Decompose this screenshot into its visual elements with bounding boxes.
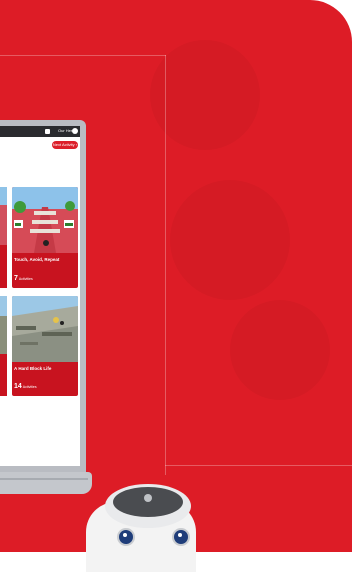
decor-circle (150, 40, 260, 150)
decor-line (165, 55, 166, 475)
next-activity-button[interactable]: Next Activity › (52, 141, 78, 149)
chevron-right-icon: › (75, 142, 78, 147)
laptop-base (0, 472, 92, 494)
card-activity-count: 7Activities (14, 275, 33, 282)
card-title: Touch, Avoid, Repeat (14, 257, 60, 262)
robot-right-eye-icon (172, 528, 190, 546)
app-topbar: Our Hero (0, 126, 80, 137)
card-thumbnail (0, 296, 7, 354)
decor-line (165, 465, 352, 466)
square-logo-icon[interactable] (45, 129, 50, 134)
partial-activity-card[interactable] (0, 187, 7, 288)
robot-visor (113, 487, 183, 517)
laptop-hinge (0, 478, 88, 480)
robot-sensor-icon (144, 494, 152, 502)
notification-icon[interactable] (72, 128, 78, 134)
decor-circle (170, 180, 290, 300)
activity-card[interactable]: Touch, Avoid, Repeat 7Activities (12, 187, 78, 288)
card-title: A Hard Block Life (14, 366, 52, 371)
partial-activity-card[interactable] (0, 296, 7, 396)
card-activity-count: 14Activities (14, 383, 37, 390)
decor-circle (230, 300, 330, 400)
laptop-screen: Our Hero Next Activity › Touch, Avoid, R… (0, 126, 80, 466)
next-activity-label: Next Activity (52, 142, 75, 147)
decor-line (0, 55, 166, 56)
card-thumbnail (0, 187, 7, 245)
robot-left-eye-icon (117, 528, 135, 546)
card-thumbnail (12, 296, 78, 362)
activity-card[interactable]: A Hard Block Life 14Activities (12, 296, 78, 396)
card-thumbnail (12, 187, 78, 253)
